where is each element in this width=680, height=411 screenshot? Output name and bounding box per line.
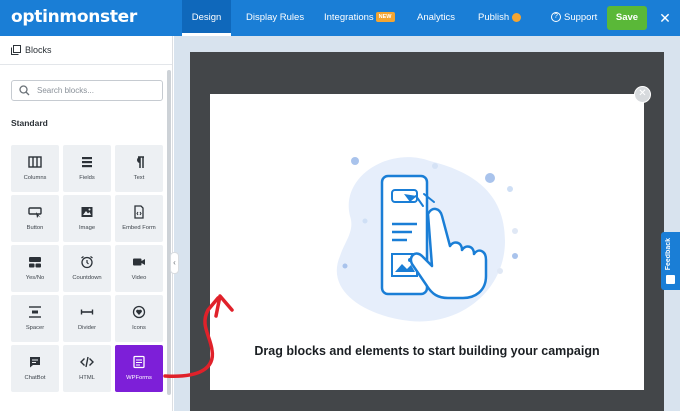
block-label: Spacer xyxy=(25,325,45,331)
support-link[interactable]: ? Support xyxy=(551,0,597,36)
block-label: Fields xyxy=(79,175,95,181)
drag-and-drop-illustration-icon xyxy=(336,157,518,322)
block-label: HTML xyxy=(79,375,95,381)
sidebar-title: Blocks xyxy=(25,45,52,55)
block-label: WPForms xyxy=(126,375,152,381)
block-label: Columns xyxy=(23,175,47,181)
html-code-icon xyxy=(80,356,94,368)
support-label: Support xyxy=(564,12,598,23)
block-label: Countdown xyxy=(72,275,102,281)
block-fields[interactable]: Fields xyxy=(63,145,111,192)
save-button[interactable]: Save xyxy=(607,6,647,30)
empty-canvas-message: Drag blocks and elements to start buildi… xyxy=(254,344,600,358)
popup-close-icon[interactable]: ✕ xyxy=(634,86,651,103)
chat-icon xyxy=(30,357,40,368)
feedback-label: Feedback xyxy=(665,238,672,271)
block-label: Divider xyxy=(77,325,97,331)
block-html[interactable]: HTML xyxy=(63,345,111,392)
block-image[interactable]: Image xyxy=(63,195,111,242)
video-camera-icon xyxy=(133,258,145,266)
columns-icon xyxy=(28,156,42,168)
tab-design-label: Design xyxy=(191,12,222,23)
collapse-sidebar-toggle[interactable]: ‹ xyxy=(170,252,179,274)
sidebar-header: Blocks xyxy=(0,36,172,65)
tab-publish-label: Publish xyxy=(478,12,510,23)
block-label: Button xyxy=(26,225,44,231)
block-chatbot[interactable]: ChatBot xyxy=(11,345,59,392)
block-label: Embed Form xyxy=(122,225,156,231)
block-icons[interactable]: Icons xyxy=(115,295,163,342)
block-yes-no[interactable]: Yes/No xyxy=(11,245,59,292)
block-divider[interactable]: Divider xyxy=(63,295,111,342)
divider-icon xyxy=(80,309,94,315)
block-embed-form[interactable]: Embed Form xyxy=(115,195,163,242)
new-badge: NEW xyxy=(375,12,395,23)
blocks-icon xyxy=(11,45,21,55)
block-countdown[interactable]: Countdown xyxy=(63,245,111,292)
tab-integrations[interactable]: Integrations NEW xyxy=(324,0,395,36)
block-label: Icons xyxy=(132,325,146,331)
block-video[interactable]: Video xyxy=(115,245,163,292)
block-label: ChatBot xyxy=(24,375,46,381)
block-button[interactable]: Button xyxy=(11,195,59,242)
alarm-clock-icon xyxy=(81,255,93,269)
wpforms-icon xyxy=(133,355,145,369)
image-icon xyxy=(81,207,93,217)
feedback-tab[interactable]: Feedback xyxy=(661,232,680,290)
block-label: Text xyxy=(133,175,145,181)
blocks-sidebar: Blocks Search blocks... Standard Columns… xyxy=(0,36,173,411)
button-icon xyxy=(28,207,42,218)
tab-publish[interactable]: Publish xyxy=(478,0,522,36)
publish-status-dot xyxy=(512,12,522,22)
optinmonster-logo[interactable]: optinmonster xyxy=(11,7,137,27)
section-label-standard: Standard xyxy=(11,118,48,128)
block-text[interactable]: Text xyxy=(115,145,163,192)
tab-analytics-label: Analytics xyxy=(417,12,456,23)
block-label: Video xyxy=(131,275,147,281)
block-spacer[interactable]: Spacer xyxy=(11,295,59,342)
block-columns[interactable]: Columns xyxy=(11,145,59,192)
question-circle-icon: ? xyxy=(551,12,561,23)
fields-icon xyxy=(82,157,92,168)
block-label: Image xyxy=(78,225,96,231)
search-placeholder: Search blocks... xyxy=(37,86,94,95)
tab-display-rules-label: Display Rules xyxy=(246,12,305,23)
tab-integrations-label: Integrations xyxy=(324,12,374,23)
annotation-arrow-icon xyxy=(163,294,234,378)
tab-design[interactable]: Design xyxy=(182,0,231,36)
yes-no-icon xyxy=(29,257,41,268)
block-wpforms[interactable]: WPForms xyxy=(115,345,163,392)
heart-icon xyxy=(132,305,146,319)
block-label: Yes/No xyxy=(25,275,45,281)
tab-analytics[interactable]: Analytics xyxy=(417,0,455,36)
close-icon[interactable]: ✕ xyxy=(656,9,674,27)
tab-display-rules[interactable]: Display Rules xyxy=(246,0,304,36)
code-icon xyxy=(134,205,144,219)
search-blocks-input[interactable]: Search blocks... xyxy=(11,80,163,101)
feedback-icon xyxy=(666,275,675,284)
search-icon xyxy=(19,85,30,96)
spacer-icon xyxy=(29,306,41,318)
paragraph-icon xyxy=(137,156,144,168)
top-bar: optinmonster Design Display Rules Integr… xyxy=(0,0,680,36)
